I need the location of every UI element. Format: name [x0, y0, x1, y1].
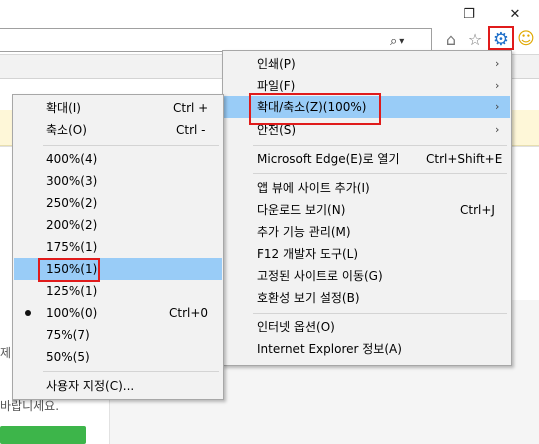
gear-annotation-box: [488, 26, 514, 50]
menu-item-shortcut: Ctrl+0: [169, 306, 209, 320]
menu-item-label: 확대(I): [46, 101, 81, 115]
menu-item-label: 300%(3): [46, 174, 98, 188]
menu-item-label: 사용자 지정(C)...: [46, 379, 135, 393]
close-icon: ✕: [509, 6, 521, 22]
menu-separator: [253, 145, 507, 146]
zoom-400-item[interactable]: 400%(4): [13, 148, 223, 170]
address-bar[interactable]: ⌕ ▾: [0, 28, 432, 52]
zoom-250-item[interactable]: 250%(2): [13, 192, 223, 214]
menu-item-addons[interactable]: 추가 기능 관리(M): [223, 221, 511, 243]
page-text-fragment: 제: [0, 346, 12, 360]
zoom-100-item[interactable]: 100%(0) Ctrl+0: [13, 302, 223, 324]
home-icon: ⌂: [445, 29, 457, 49]
menu-item-pinned-sites[interactable]: 고정된 사이트로 이동(G): [223, 265, 511, 287]
menu-item-label: Internet Explorer 정보(A): [257, 342, 402, 356]
menu-separator: [253, 173, 507, 174]
menu-item-label: 200%(2): [46, 218, 98, 232]
search-icon: ⌕: [390, 33, 398, 49]
restore-button[interactable]: ❐: [446, 2, 492, 26]
zoom-300-item[interactable]: 300%(3): [13, 170, 223, 192]
menu-item-label: 호환성 보기 설정(B): [257, 291, 360, 305]
menu-item-shortcut: Ctrl +: [173, 101, 209, 115]
menu-separator: [43, 145, 219, 146]
home-button[interactable]: ⌂: [440, 28, 462, 50]
menu-item-internet-options[interactable]: 인터넷 옵션(O): [223, 316, 511, 338]
page-green-button[interactable]: [0, 426, 86, 444]
favorites-button[interactable]: ☆: [464, 28, 486, 50]
chevron-right-icon: ›: [495, 57, 500, 70]
menu-item-label: 고정된 사이트로 이동(G): [257, 269, 383, 283]
star-icon: ☆: [467, 29, 483, 49]
zoom-150-annotation-box: [38, 258, 100, 282]
feedback-button[interactable]: ☺: [515, 28, 537, 50]
menu-item-label: 175%(1): [46, 240, 98, 254]
menu-item-shortcut: Ctrl+J: [460, 203, 495, 217]
title-bar: ❐ ✕: [0, 0, 539, 28]
menu-item-label: 75%(7): [46, 328, 90, 342]
menu-item-label: 다운로드 보기(N): [257, 203, 346, 217]
menu-item-label: Microsoft Edge(E)로 열기: [257, 152, 400, 166]
menu-item-shortcut: Ctrl -: [176, 123, 206, 137]
zoom-50-item[interactable]: 50%(5): [13, 346, 223, 368]
menu-item-label: 추가 기능 관리(M): [257, 225, 351, 239]
menu-item-about[interactable]: Internet Explorer 정보(A): [223, 338, 511, 360]
menu-separator: [43, 371, 219, 372]
menu-item-add-app-view[interactable]: 앱 뷰에 사이트 추가(I): [223, 177, 511, 199]
menu-item-label: 250%(2): [46, 196, 98, 210]
restore-icon: ❐: [463, 6, 475, 22]
close-button[interactable]: ✕: [492, 2, 538, 26]
zoom-75-item[interactable]: 75%(7): [13, 324, 223, 346]
menu-item-label: 50%(5): [46, 350, 90, 364]
menu-item-label: 인터넷 옵션(O): [257, 320, 335, 334]
radio-checked-icon: [25, 310, 31, 316]
chevron-right-icon: ›: [495, 79, 500, 92]
search-dropdown-button[interactable]: ⌕ ▾: [390, 33, 416, 49]
menu-item-open-edge[interactable]: Microsoft Edge(E)로 열기 Ctrl+Shift+E: [223, 148, 511, 170]
menu-item-compat-view[interactable]: 호환성 보기 설정(B): [223, 287, 511, 309]
zoom-custom-item[interactable]: 사용자 지정(C)...: [13, 375, 223, 397]
zoom-annotation-box: [249, 93, 381, 125]
zoom-175-item[interactable]: 175%(1): [13, 236, 223, 258]
menu-item-label: 인쇄(P): [257, 57, 296, 71]
zoom-in-item[interactable]: 확대(I) Ctrl +: [13, 97, 223, 119]
zoom-out-item[interactable]: 축소(O) Ctrl -: [13, 119, 223, 141]
menu-separator: [253, 313, 507, 314]
menu-item-label: 125%(1): [46, 284, 98, 298]
menu-item-label: 앱 뷰에 사이트 추가(I): [257, 181, 370, 195]
chevron-right-icon: ›: [495, 100, 500, 113]
menu-item-label: 100%(0): [46, 306, 98, 320]
zoom-200-item[interactable]: 200%(2): [13, 214, 223, 236]
menu-item-label: 400%(4): [46, 152, 98, 166]
menu-item-shortcut: Ctrl+Shift+E: [426, 152, 503, 166]
chevron-right-icon: ›: [495, 123, 500, 136]
menu-item-print[interactable]: 인쇄(P) ›: [223, 53, 511, 75]
menu-item-label: 축소(O): [46, 123, 87, 137]
menu-item-downloads[interactable]: 다운로드 보기(N) Ctrl+J: [223, 199, 511, 221]
menu-item-devtools[interactable]: F12 개발자 도구(L): [223, 243, 511, 265]
menu-item-label: F12 개발자 도구(L): [257, 247, 359, 261]
zoom-125-item[interactable]: 125%(1): [13, 280, 223, 302]
zoom-submenu: 확대(I) Ctrl + 축소(O) Ctrl - 400%(4) 300%(3…: [12, 94, 224, 400]
chevron-down-icon: ▾: [399, 35, 405, 47]
smiley-icon: ☺: [517, 29, 535, 49]
